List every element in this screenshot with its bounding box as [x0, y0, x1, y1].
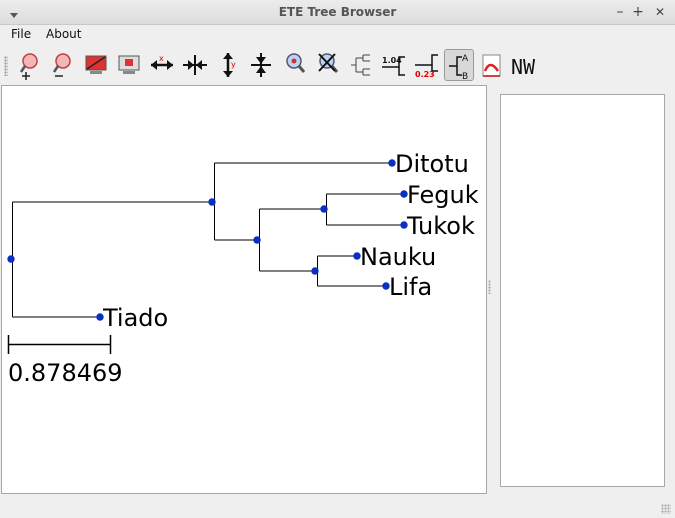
svg-text:x: x: [159, 54, 164, 63]
tree-scene[interactable]: Ditotu Feguk Tukok Nauku Lifa Tiado 0.87…: [1, 85, 487, 494]
newick-export-button[interactable]: NW: [509, 49, 539, 81]
scale-bar-label: 0.878469: [8, 359, 123, 387]
tree-canvas[interactable]: Ditotu Feguk Tukok Nauku Lifa Tiado 0.87…: [2, 86, 488, 495]
fit-selection-button[interactable]: [114, 49, 144, 81]
panel-splitter-handle[interactable]: [488, 280, 491, 294]
svg-text:y: y: [231, 60, 236, 69]
show-branch-length-button[interactable]: 1.04: [379, 49, 409, 81]
show-branch-length-icon: 1.04: [382, 56, 405, 76]
close-button[interactable]: ✕: [652, 3, 668, 21]
newick-export-icon: NW: [511, 55, 536, 79]
leaf-labels: Ditotu Feguk Tukok Nauku Lifa Tiado: [102, 150, 479, 332]
leaf-label-lifa[interactable]: Lifa: [389, 273, 432, 301]
menu-bar: File About: [0, 25, 675, 45]
expand-horizontal-icon: x: [151, 54, 173, 70]
expand-horizontal-button[interactable]: x: [147, 49, 177, 81]
internal-node-feguk-tukok[interactable]: [320, 205, 328, 213]
properties-panel[interactable]: [500, 94, 665, 487]
title-bar[interactable]: ETE Tree Browser – + ✕: [0, 0, 675, 25]
zoom-in-icon: [19, 53, 38, 80]
zoom-out-icon: [52, 53, 71, 77]
internal-node-nauku-lifa[interactable]: [311, 267, 319, 275]
shrink-vertical-icon: [251, 53, 271, 77]
leaf-name-sample-b: B: [462, 72, 468, 82]
expand-vertical-button[interactable]: y: [213, 49, 243, 81]
zoom-in-button[interactable]: [14, 49, 44, 81]
resize-grip[interactable]: [661, 504, 671, 514]
render-image-icon: [482, 54, 501, 77]
shrink-horizontal-icon: [183, 55, 207, 75]
branch-support-sample: 0.23: [415, 70, 435, 79]
status-bar: [0, 496, 675, 518]
shrink-horizontal-button[interactable]: [180, 49, 210, 81]
leaf-label-nauku[interactable]: Nauku: [360, 243, 436, 271]
show-branch-support-button[interactable]: 0.23: [412, 49, 442, 81]
internal-node-upper[interactable]: [208, 198, 216, 206]
leaf-label-feguk[interactable]: Feguk: [407, 181, 479, 209]
fit-selection-icon: [118, 55, 140, 74]
render-image-button[interactable]: [477, 49, 507, 81]
menu-about[interactable]: About: [46, 27, 81, 41]
tree-branches: [12, 162, 404, 318]
menu-file[interactable]: File: [11, 27, 31, 41]
toolbar: x y 1.04 0.23 A B NW: [0, 46, 675, 84]
force-topology-button[interactable]: [346, 49, 376, 81]
scale-bar: 0.878469: [7, 335, 123, 387]
expand-vertical-icon: y: [223, 53, 236, 77]
scale-bar-line: [7, 335, 112, 354]
leaf-label-tukok[interactable]: Tukok: [406, 212, 475, 240]
toolbar-grip[interactable]: [4, 56, 8, 76]
window-title: ETE Tree Browser: [278, 5, 397, 19]
tree-nodes: [7, 159, 408, 321]
leaf-label-ditotu[interactable]: Ditotu: [395, 150, 469, 178]
force-topology-icon: [351, 54, 370, 76]
newick-label: NW: [511, 55, 536, 79]
fit-to-window-button[interactable]: [81, 49, 111, 81]
root-node[interactable]: [7, 255, 15, 263]
zoom-out-button[interactable]: [47, 49, 77, 81]
show-leaf-names-icon: A B: [449, 54, 469, 82]
leaf-label-tiado[interactable]: Tiado: [102, 304, 168, 332]
leaf-name-sample-a: A: [462, 54, 469, 64]
clear-search-icon: [318, 53, 339, 73]
maximize-button[interactable]: +: [630, 3, 646, 21]
shrink-vertical-button[interactable]: [246, 49, 276, 81]
fit-to-window-icon: [85, 55, 107, 74]
search-node-icon: [286, 53, 306, 73]
minimize-button[interactable]: –: [612, 3, 628, 21]
internal-node-inner[interactable]: [253, 236, 261, 244]
clear-search-button[interactable]: [313, 49, 343, 81]
search-node-button[interactable]: [280, 49, 310, 81]
main-window: ETE Tree Browser – + ✕ File About x y 1.…: [0, 0, 675, 518]
show-leaf-names-button[interactable]: A B: [444, 49, 474, 82]
show-branch-support-icon: 0.23: [415, 54, 438, 79]
